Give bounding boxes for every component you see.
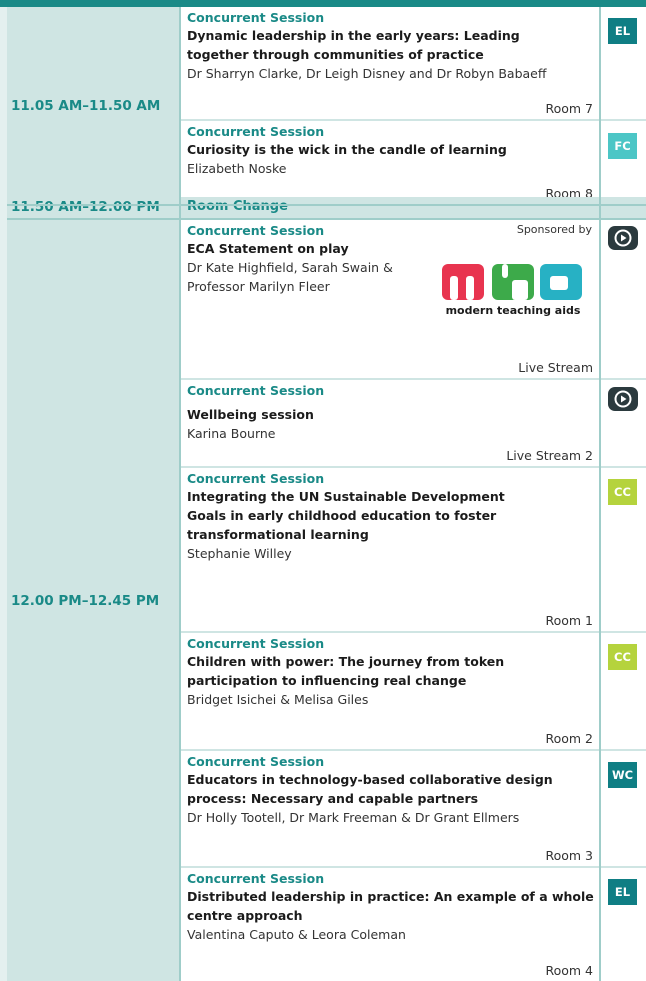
session-room: Room 7 [545,101,593,116]
logo-letter-cutout [502,264,508,278]
session-card[interactable]: Concurrent Session Dynamic leadership in… [181,7,599,119]
session-speakers: Dr Sharryn Clarke, Dr Leigh Disney and D… [187,66,547,81]
session-kind: Concurrent Session [187,471,325,486]
session-room: Live Stream 2 [506,448,593,463]
tag-cell: CC [601,633,646,749]
session-card[interactable]: Concurrent Session Wellbeing session Kar… [181,380,599,466]
tag-cell [601,380,646,466]
stream-tag-badge: FC [608,133,637,159]
logo-m-block [442,264,484,300]
session-card[interactable]: Concurrent Session Curiosity is the wick… [181,121,599,204]
session-kind: Concurrent Session [187,871,325,886]
session-speakers: Dr Holly Tootell, Dr Mark Freeman & Dr G… [187,810,520,825]
session-speakers: Bridget Isichei & Melisa Giles [187,692,369,707]
time-slot-3: 12.00 PM–12.45 PM [7,220,179,981]
session-kind: Concurrent Session [187,383,325,398]
session-card[interactable]: Concurrent Session Integrating the UN Su… [181,468,599,631]
logo-letter-cutout [450,276,458,300]
session-title: Integrating the UN Sustainable Developme… [187,489,505,542]
session-title: Curiosity is the wick in the candle of l… [187,142,507,157]
play-icon[interactable] [608,387,638,411]
stream-tag-badge: CC [608,479,637,505]
tag-cell: EL [601,7,646,119]
top-bar [0,0,646,7]
schedule-table: 11.05 AM–11.50 AM Concurrent Session Dyn… [7,7,646,981]
stream-tag-badge: CC [608,644,637,670]
session-card[interactable]: Concurrent Session Educators in technolo… [181,751,599,866]
time-slot-1: 11.05 AM–11.50 AM [7,7,179,204]
logo-letter-cutout [466,276,474,300]
logo-letter-cutout [512,280,528,300]
session-room: Room 3 [545,848,593,863]
room-change-row: 11.50 AM–12.00 PM Room Change [7,197,646,218]
session-kind: Concurrent Session [187,10,325,25]
row-separator [7,218,646,220]
stream-tag-badge: EL [608,18,637,44]
tag-cell: WC [601,751,646,866]
session-title: Children with power: The journey from to… [187,654,505,688]
stream-tag-badge: EL [608,879,637,905]
column-separator [599,7,601,981]
session-speakers: Valentina Caputo & Leora Coleman [187,927,406,942]
session-speakers: Stephanie Willey [187,546,292,561]
session-speakers: Dr Kate Highfield, Sarah Swain & Profess… [187,260,393,294]
session-card[interactable]: Concurrent Session ECA Statement on play… [181,220,599,378]
row-separator [7,204,646,206]
session-kind: Concurrent Session [187,636,325,651]
session-room: Room 1 [545,613,593,628]
tag-cell: FC [601,121,646,204]
session-card[interactable]: Concurrent Session Children with power: … [181,633,599,749]
time-label: 11.50 AM–12.00 PM [11,199,160,215]
session-title: ECA Statement on play [187,241,349,256]
session-title: Dynamic leadership in the early years: L… [187,28,520,62]
sponsor-tagline: modern teaching aids [445,304,581,317]
session-title: Educators in technology-based collaborat… [187,772,553,806]
session-speakers: Elizabeth Noske [187,161,287,176]
tag-cell: CC [601,468,646,631]
session-room: Live Stream [518,360,593,375]
stream-tag-badge: WC [608,762,637,788]
play-icon[interactable] [608,226,638,250]
column-separator [179,7,181,981]
time-label: 12.00 PM–12.45 PM [11,592,160,609]
tag-cell: EL [601,868,646,981]
sponsor-label: Sponsored by [516,223,592,236]
session-kind: Concurrent Session [187,124,325,139]
session-room: Room 4 [545,963,593,978]
session-room: Room 2 [545,731,593,746]
time-label: 11.05 AM–11.50 AM [11,97,161,114]
logo-letter-cutout [550,276,568,290]
tag-cell [601,220,646,378]
session-title: Distributed leadership in practice: An e… [187,889,594,923]
session-speakers: Karina Bourne [187,426,276,441]
room-change-label: Room Change [187,199,288,214]
session-card[interactable]: Concurrent Session Distributed leadershi… [181,868,599,981]
session-title: Wellbeing session [187,407,314,422]
session-kind: Concurrent Session [187,754,325,769]
